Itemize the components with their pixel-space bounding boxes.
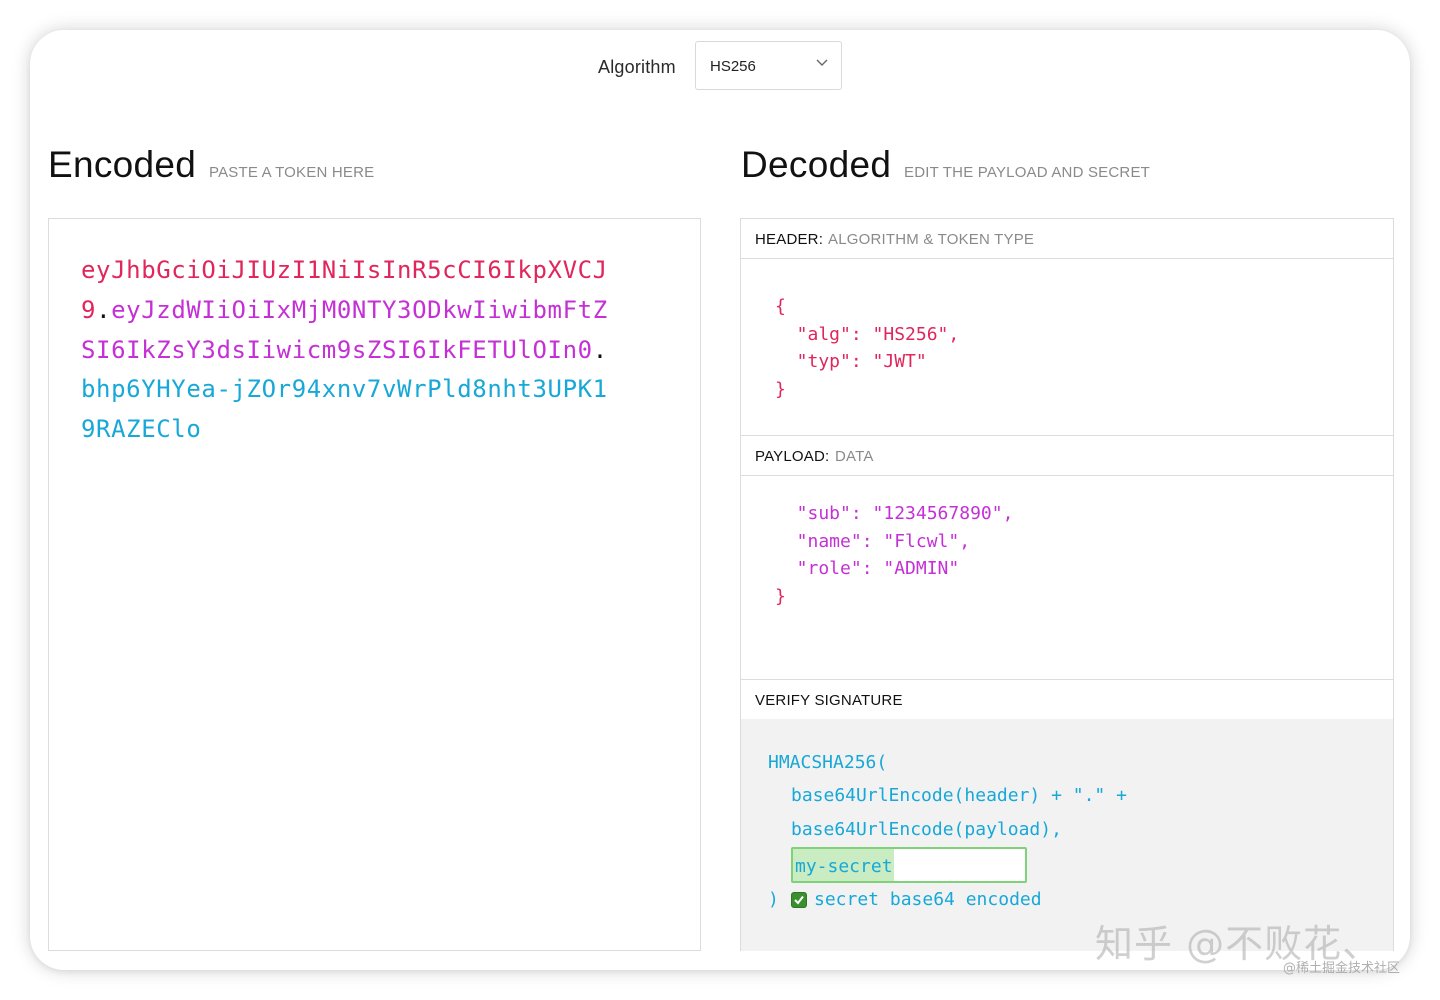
payload-section-heading: PAYLOAD: DATA	[741, 436, 1393, 476]
hmac-function-open: HMACSHA256(	[768, 752, 888, 773]
base64-secret-checkbox[interactable]	[791, 892, 807, 908]
algorithm-selected-value: HS256	[710, 58, 756, 75]
header-section-key: HEADER:	[755, 231, 824, 248]
encoded-token[interactable]: eyJhbGciOiJIUzI1NiIsInR5cCI6IkpXVCJ9.eyJ…	[81, 251, 611, 450]
header-json-line: {	[775, 296, 786, 317]
decoded-panel: HEADER: ALGORITHM & TOKEN TYPE { "alg": …	[740, 218, 1394, 951]
encoded-title: Encoded	[48, 144, 197, 185]
header-json-line: "alg": "HS256",	[775, 324, 960, 345]
payload-json-line: "name": "Flcwl",	[775, 531, 971, 552]
token-separator: .	[96, 295, 112, 324]
juejin-watermark: @稀土掘金技术社区	[1283, 961, 1401, 976]
payload-json-line: "role": "ADMIN"	[775, 558, 960, 579]
payload-json-line: "sub": "1234567890",	[775, 503, 1014, 524]
payload-section-desc: DATA	[835, 448, 874, 465]
hmac-function-close: )	[768, 889, 779, 910]
secret-value: my-secret	[795, 856, 893, 877]
token-payload-part: eyJzdWIiOiIxMjM0NTY3ODkwIiwibmFtZSI6IkZs…	[81, 295, 608, 364]
header-section-heading: HEADER: ALGORITHM & TOKEN TYPE	[741, 219, 1393, 259]
token-separator: .	[592, 335, 608, 364]
payload-json-editor[interactable]: "sub": "1234567890", "name": "Flcwl", "r…	[741, 476, 1393, 679]
checkmark-icon	[794, 895, 804, 905]
token-signature-part: bhp6YHYea-jZOr94xnv7vWrPld8nht3UPK19RAZE…	[81, 375, 608, 444]
hmac-payload-line: base64UrlEncode(payload),	[791, 819, 1062, 840]
decoded-subtitle: EDIT THE PAYLOAD AND SECRET	[904, 164, 1151, 181]
header-json-line: "typ": "JWT"	[775, 351, 927, 372]
algorithm-row: Algorithm HS256	[30, 41, 1410, 93]
payload-section-key: PAYLOAD:	[755, 448, 830, 465]
hmac-header-line: base64UrlEncode(header) + "." +	[791, 785, 1127, 806]
verify-section-key: VERIFY SIGNATURE	[755, 692, 903, 709]
jwt-debugger-card: Algorithm HS256 Encoded PASTE A TOKEN HE…	[30, 30, 1410, 970]
decoded-title: Decoded	[741, 144, 892, 185]
secret-input[interactable]: my-secret	[791, 847, 1027, 883]
encoded-token-editor[interactable]: eyJhbGciOiJIUzI1NiIsInR5cCI6IkpXVCJ9.eyJ…	[48, 218, 701, 951]
algorithm-label: Algorithm	[598, 57, 676, 77]
payload-json-line: }	[775, 586, 786, 607]
header-section-desc: ALGORITHM & TOKEN TYPE	[828, 231, 1035, 248]
header-json-line: }	[775, 379, 786, 400]
header-json-editor[interactable]: { "alg": "HS256", "typ": "JWT" }	[741, 260, 1393, 435]
encoded-subtitle: PASTE A TOKEN HERE	[209, 164, 375, 181]
base64-secret-label[interactable]: secret base64 encoded	[814, 889, 1042, 910]
verify-section-heading: VERIFY SIGNATURE	[741, 680, 1393, 720]
algorithm-select[interactable]: HS256	[695, 41, 842, 90]
chevron-down-icon	[816, 59, 828, 66]
